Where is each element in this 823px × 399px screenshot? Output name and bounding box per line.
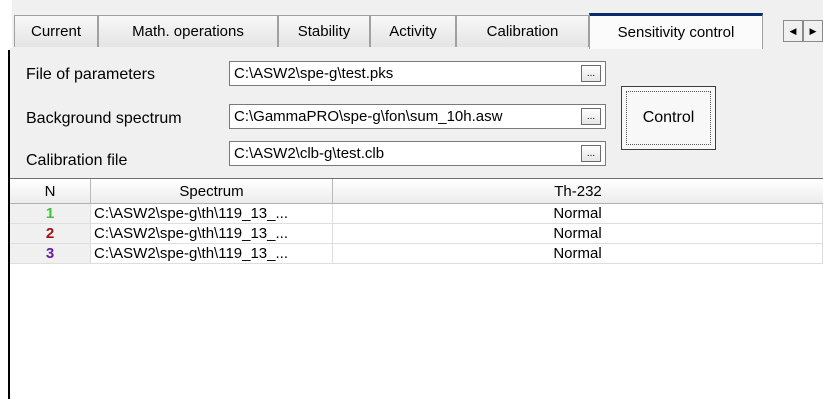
parameters-file-label: File of parameters [26,66,155,83]
tab-activity[interactable]: Activity [370,15,456,47]
row-spectrum: C:\ASW2\spe-g\th\119_13_... [91,224,333,243]
browse-calibration-button[interactable]: ... [581,145,601,162]
browse-parameters-button[interactable]: ... [581,65,601,82]
row-number: 1 [10,204,91,223]
scroll-left-icon[interactable]: ◀ [783,20,803,42]
tab-strip: Current Math. operations Stability Activ… [12,0,823,49]
parameters-file-field[interactable]: C:\ASW2\spe-g\test.pks ... [229,61,606,86]
background-spectrum-field[interactable]: C:\GammaPRO\spe-g\fon\sum_10h.asw ... [229,104,606,129]
calibration-file-label: Calibration file [26,152,128,169]
tab-label: Math. operations [132,23,244,40]
tab-calibration[interactable]: Calibration [456,15,589,47]
parameters-file-value: C:\ASW2\spe-g\test.pks [234,65,394,82]
tab-scroll-buttons: ◀ ▶ [783,20,823,42]
table-row[interactable]: 1 C:\ASW2\spe-g\th\119_13_... Normal [10,204,823,224]
control-button[interactable]: Control [621,86,716,150]
column-header-spectrum[interactable]: Spectrum [91,179,333,204]
background-spectrum-label: Background spectrum [26,110,182,127]
tab-label: Stability [297,23,351,40]
column-header-th232[interactable]: Th-232 [333,179,823,204]
tab-math-operations[interactable]: Math. operations [98,15,278,47]
calibration-file-field[interactable]: C:\ASW2\clb-g\test.clb ... [229,141,606,166]
calibration-file-value: C:\ASW2\clb-g\test.clb [234,145,385,162]
column-header-n[interactable]: N [10,179,91,204]
browse-background-button[interactable]: ... [581,108,601,125]
row-number: 2 [10,224,91,243]
row-spectrum: C:\ASW2\spe-g\th\119_13_... [91,244,333,263]
tab-label: Sensitivity control [617,24,735,41]
scroll-right-icon[interactable]: ▶ [803,20,823,42]
table-row[interactable]: 2 C:\ASW2\spe-g\th\119_13_... Normal [10,224,823,244]
parameters-panel: File of parameters C:\ASW2\spe-g\test.pk… [10,48,823,178]
row-th232-status: Normal [333,224,823,243]
row-number: 3 [10,244,91,263]
tab-label: Calibration [486,23,559,40]
row-spectrum: C:\ASW2\spe-g\th\119_13_... [91,204,333,223]
tab-sensitivity-control[interactable]: Sensitivity control [589,13,763,49]
tab-current[interactable]: Current [14,15,98,47]
row-th232-status: Normal [333,244,823,263]
table-row[interactable]: 3 C:\ASW2\spe-g\th\119_13_... Normal [10,244,823,264]
tab-label: Activity [389,23,437,40]
control-button-label: Control [642,109,695,126]
tab-stability[interactable]: Stability [278,15,370,47]
table-header: N Spectrum Th-232 [10,178,823,204]
spectra-table: N Spectrum Th-232 1 C:\ASW2\spe-g\th\119… [10,178,823,399]
tab-label: Current [30,23,82,40]
background-spectrum-value: C:\GammaPRO\spe-g\fon\sum_10h.asw [234,108,503,125]
row-th232-status: Normal [333,204,823,223]
